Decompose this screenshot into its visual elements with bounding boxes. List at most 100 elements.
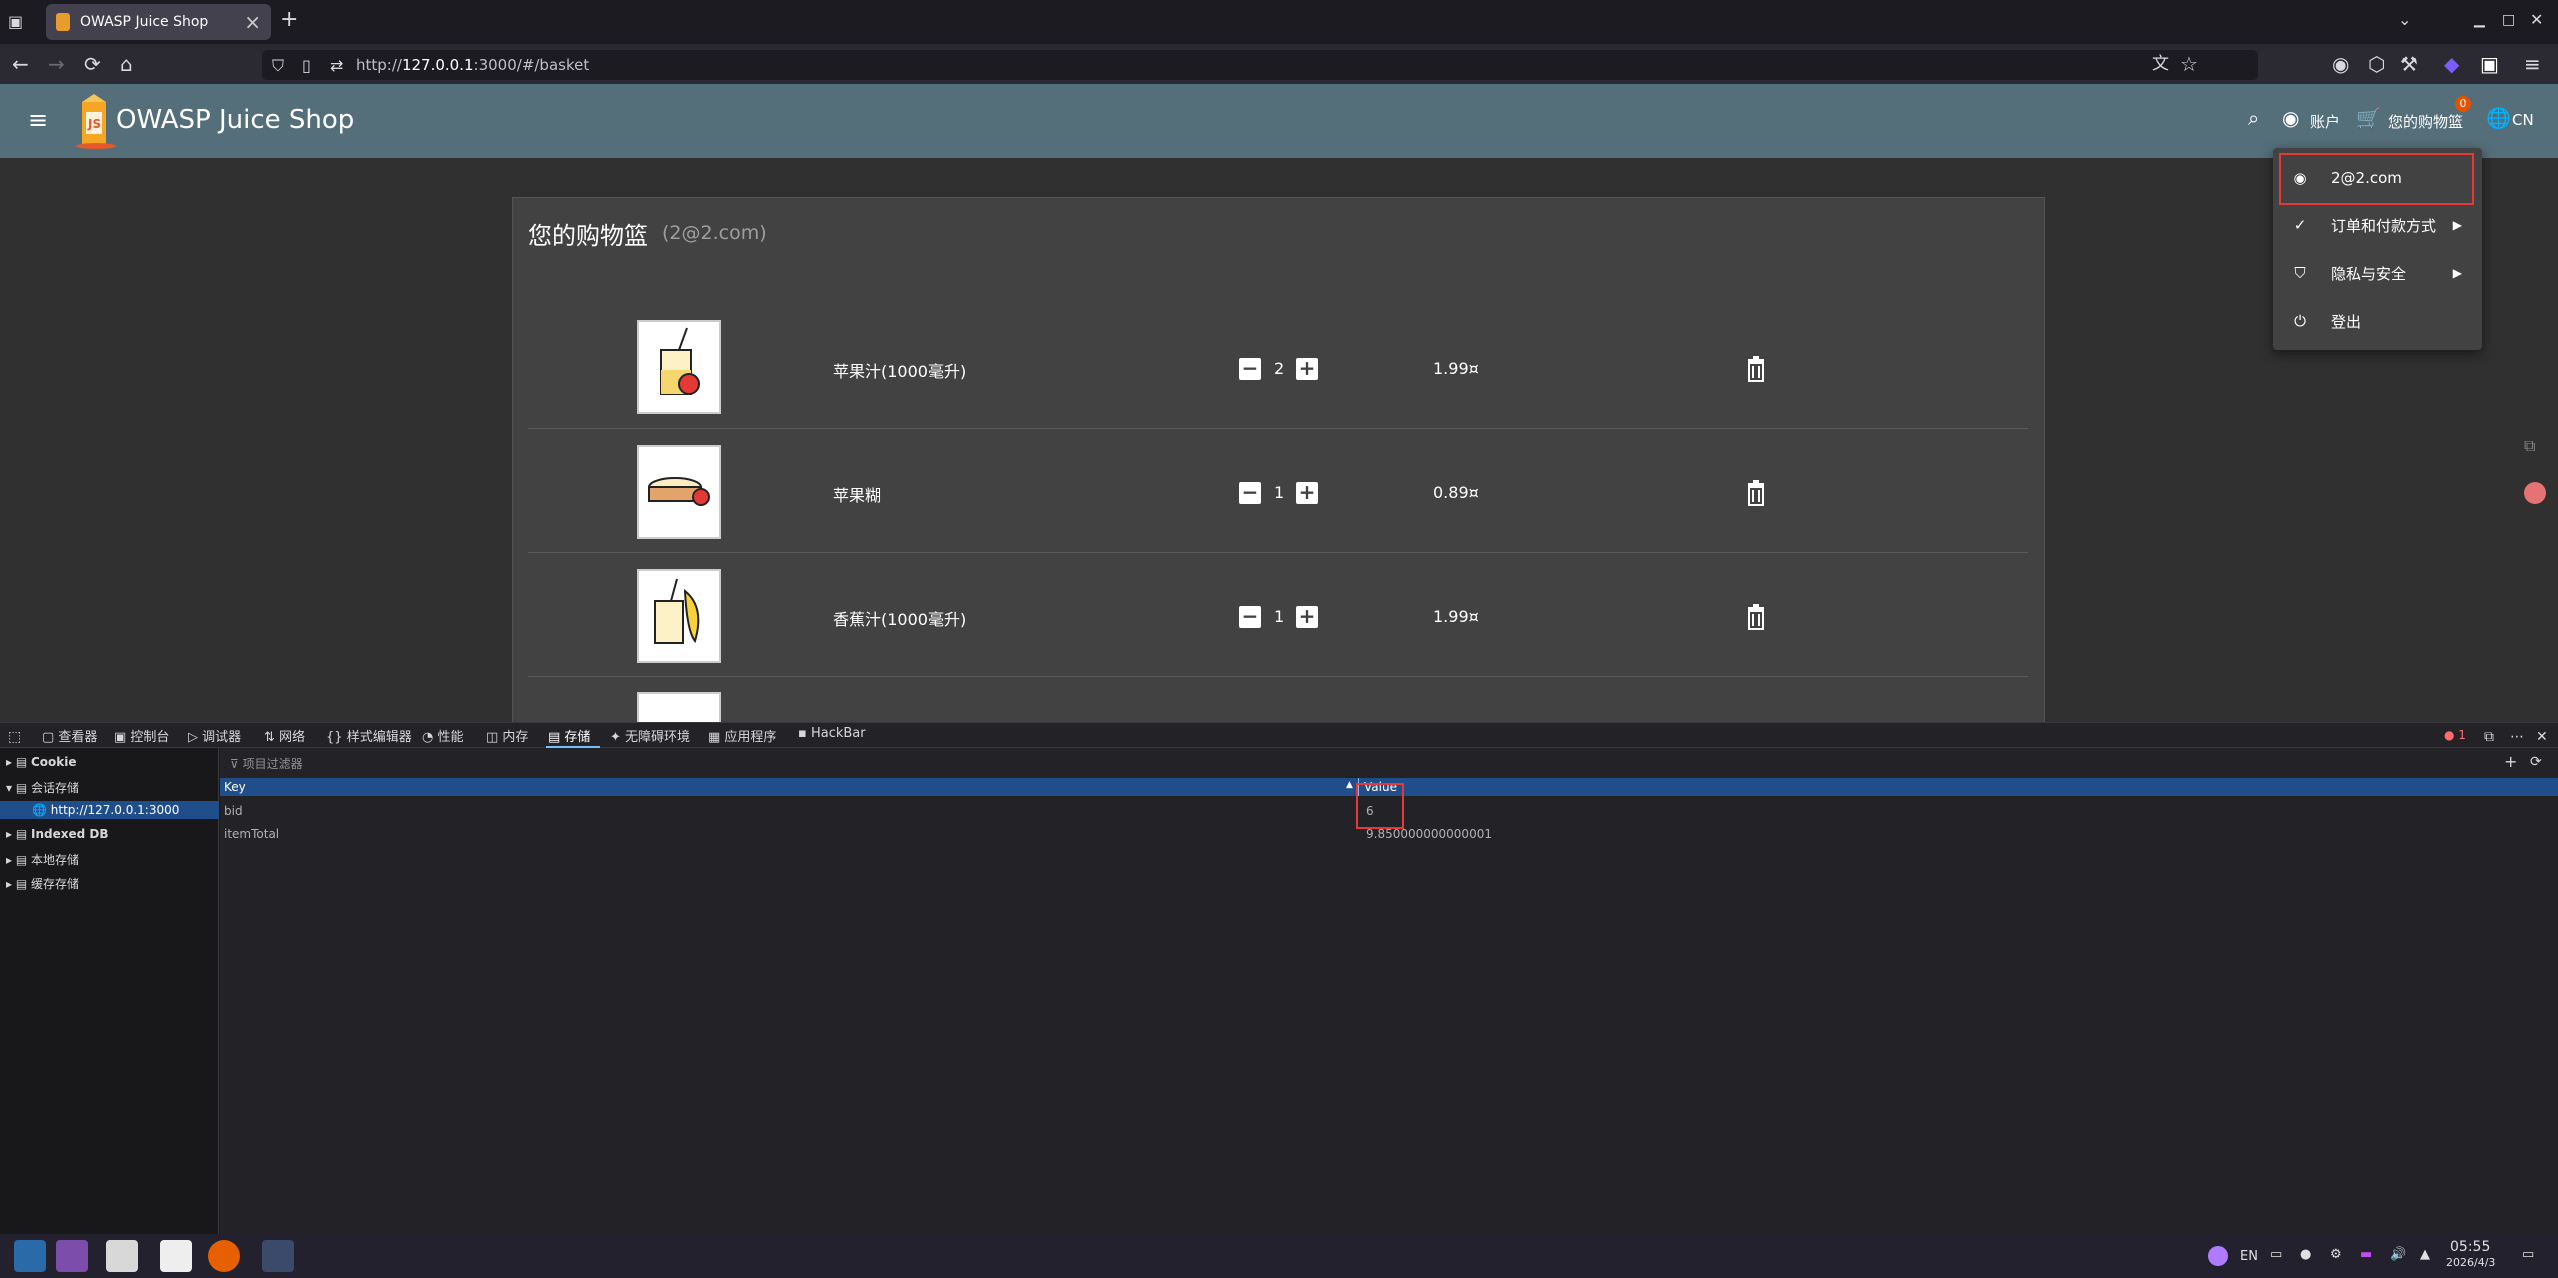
menu-item-privacy-security[interactable]: ⛉ 隐私与安全 ▶ <box>2273 253 2482 293</box>
tab-network[interactable]: ⇅ 网络 <box>264 726 305 745</box>
menu-item-orders-payment[interactable]: ✓ 订单和付款方式 ▶ <box>2273 205 2482 245</box>
row-divider <box>528 428 2028 429</box>
tray-clipboard-icon[interactable]: ▭ <box>2270 1247 2282 1262</box>
tab-debugger[interactable]: ▷ 调试器 <box>188 726 241 745</box>
tab-accessibility[interactable]: ✦ 无障碍环境 <box>610 726 690 745</box>
storage-cache[interactable]: ▸ ▤ 缓存存储 <box>6 875 79 892</box>
increase-quantity-button[interactable]: + <box>1296 358 1318 380</box>
maximize-icon[interactable]: □ <box>2502 10 2515 30</box>
extension-purple-icon[interactable]: ◆ <box>2444 54 2459 74</box>
storage-local[interactable]: ▸ ▤ 本地存储 <box>6 851 79 868</box>
juice-shop-logo[interactable]: JS <box>72 92 116 150</box>
storage-cookie[interactable]: ▸ ▤ Cookie <box>6 755 77 769</box>
menu-item-logout[interactable]: ⏻ 登出 <box>2273 301 2482 341</box>
tab-style-editor[interactable]: {} 样式编辑器 <box>326 726 412 745</box>
account-icon[interactable]: ◉ <box>2332 54 2349 74</box>
side-avatar-icon[interactable] <box>2524 482 2546 504</box>
account-circle-icon[interactable]: ◉ <box>2282 108 2299 128</box>
tab-close-icon[interactable]: × <box>244 10 261 34</box>
storage-indexed-db[interactable]: ▸ ▤ Indexed DB <box>6 827 109 841</box>
error-count-badge[interactable]: ● 1 <box>2444 728 2466 742</box>
decrease-quantity-button[interactable]: − <box>1239 482 1261 504</box>
burpsuite-icon[interactable] <box>262 1240 294 1272</box>
shield-icon[interactable]: ⛉ <box>272 56 284 76</box>
tray-chat-icon[interactable] <box>2208 1246 2228 1266</box>
tray-settings-icon[interactable]: ⚙ <box>2330 1247 2342 1262</box>
back-icon[interactable]: ← <box>12 54 29 74</box>
row-divider <box>528 676 2028 677</box>
tray-notification-icon[interactable]: ▭ <box>2522 1247 2534 1262</box>
dock-options-icon[interactable]: ⧉ <box>2484 727 2494 747</box>
clock-time[interactable]: 05:55 <box>2450 1239 2490 1255</box>
account-button[interactable]: 账户 <box>2310 111 2340 132</box>
decrease-quantity-button[interactable]: − <box>1239 358 1261 380</box>
page-info-icon[interactable]: ▯ <box>302 56 311 76</box>
window-close-icon[interactable]: ✕ <box>2530 10 2543 30</box>
tray-record-icon[interactable]: ● <box>2300 1247 2311 1262</box>
tab-storage[interactable]: ▤ 存储 <box>548 726 590 745</box>
extension-badge-icon[interactable]: ▣ <box>2480 54 2499 74</box>
filter-input[interactable]: ⊽ 项目过滤器 <box>230 755 303 772</box>
add-item-icon[interactable]: + <box>2504 752 2517 772</box>
reload-icon[interactable]: ⟳ <box>84 54 101 74</box>
tools-icon[interactable]: ⚒ <box>2400 54 2418 74</box>
tab-inspector[interactable]: ▢ 查看器 <box>42 726 97 745</box>
refresh-icon[interactable]: ⟳ <box>2530 752 2542 772</box>
tray-volume-icon[interactable]: 🔊 <box>2390 1247 2406 1262</box>
app-title[interactable]: OWASP Juice Shop <box>116 105 354 135</box>
permissions-icon[interactable]: ⇄ <box>330 56 343 76</box>
delete-item-icon[interactable] <box>1746 604 1766 630</box>
tray-expand-icon[interactable]: ▲ <box>2420 1247 2430 1262</box>
url-text[interactable]: http://127.0.0.1:3000/#/basket <box>356 56 589 74</box>
translate-icon[interactable]: 文 <box>2152 54 2169 74</box>
product-price: 1.99¤ <box>1433 607 1479 626</box>
delete-item-icon[interactable] <box>1746 356 1766 382</box>
decrease-quantity-button[interactable]: − <box>1239 606 1261 628</box>
tab-memory[interactable]: ◫ 内存 <box>486 726 528 745</box>
new-tab-icon[interactable]: + <box>280 9 298 31</box>
row-key[interactable]: itemTotal <box>224 827 279 841</box>
basket-button[interactable]: 您的购物篮 <box>2388 111 2463 132</box>
home-icon[interactable]: ⌂ <box>120 54 133 74</box>
row-value[interactable]: 9.850000000000001 <box>1366 827 1492 841</box>
workspace-switcher-icon[interactable] <box>56 1240 88 1272</box>
tab-application[interactable]: ▦ 应用程序 <box>708 726 776 745</box>
search-icon[interactable]: ⌕ <box>2248 108 2259 128</box>
cart-icon[interactable]: 🛒 <box>2356 108 2381 128</box>
side-translate-icon[interactable]: ⧉ <box>2524 436 2535 456</box>
element-picker-icon[interactable]: ⬚ <box>8 727 21 747</box>
sidenav-menu-icon[interactable]: ≡ <box>28 108 48 132</box>
clock-date[interactable]: 2026/4/3 <box>2446 1256 2495 1269</box>
firefox-icon[interactable] <box>208 1240 240 1272</box>
product-quantity: 1 <box>1274 607 1285 626</box>
tab-overflow-chevron-icon[interactable]: ⌄ <box>2398 10 2411 30</box>
increase-quantity-button[interactable]: + <box>1296 606 1318 628</box>
tab-hackbar[interactable]: ▪ HackBar <box>798 726 866 741</box>
kali-menu-icon[interactable] <box>14 1240 46 1272</box>
increase-quantity-button[interactable]: + <box>1296 482 1318 504</box>
language-button[interactable]: CN <box>2512 111 2534 129</box>
delete-item-icon[interactable] <box>1746 480 1766 506</box>
tab-list-icon[interactable]: ▣ <box>8 12 23 32</box>
storage-session-origin[interactable]: 🌐 http://127.0.0.1:3000 <box>32 803 179 817</box>
row-key[interactable]: bid <box>224 804 243 818</box>
more-options-icon[interactable]: ⋯ <box>2510 727 2524 747</box>
keyboard-layout[interactable]: EN <box>2240 1249 2258 1264</box>
shield-icon: ⛉ <box>2294 264 2306 282</box>
column-key[interactable]: Key <box>224 780 246 794</box>
tray-network-icon[interactable]: ▬ <box>2360 1247 2372 1262</box>
app-menu-icon[interactable]: ≡ <box>2524 54 2541 74</box>
forward-icon[interactable]: → <box>48 54 65 74</box>
storage-session[interactable]: ▾ ▤ 会话存储 <box>6 779 79 796</box>
tab-console[interactable]: ▣ 控制台 <box>114 726 169 745</box>
extensions-icon[interactable]: ⬡ <box>2368 54 2385 74</box>
devtools-close-icon[interactable]: ✕ <box>2536 727 2548 747</box>
browser-tab[interactable]: OWASP Juice Shop × <box>46 4 271 40</box>
tab-performance[interactable]: ◔ 性能 <box>422 726 464 745</box>
minimize-icon[interactable]: ▁ <box>2474 10 2485 30</box>
bookmark-star-icon[interactable]: ☆ <box>2180 54 2198 74</box>
text-editor-icon[interactable] <box>160 1240 192 1272</box>
language-globe-icon[interactable]: 🌐 <box>2486 108 2511 128</box>
app-toolbar <box>0 84 2558 158</box>
file-manager-icon[interactable] <box>106 1240 138 1272</box>
